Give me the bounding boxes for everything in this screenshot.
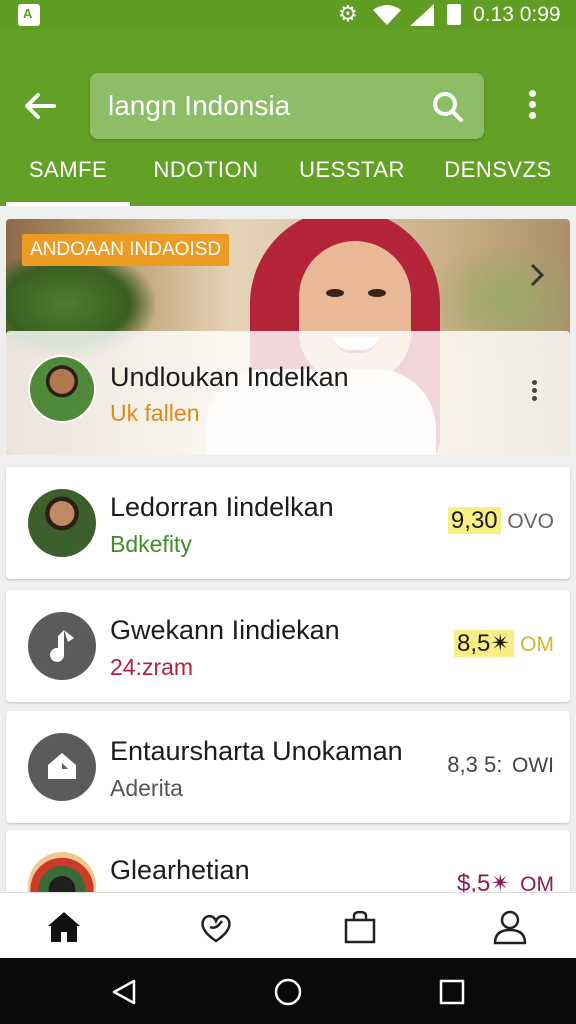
rating-value: 8,5✴ <box>454 630 514 657</box>
music-note-icon <box>28 612 96 680</box>
tab-uesstar[interactable]: UESSTAR <box>290 152 414 206</box>
banner-tag: ANDOAAN INDAOISD <box>22 234 230 266</box>
item-rating: 8,3 5: OWI <box>444 747 554 784</box>
back-arrow-icon[interactable] <box>22 88 66 128</box>
home-circle-icon[interactable] <box>272 976 304 1008</box>
active-tab-indicator <box>6 202 130 206</box>
rating-suffix: OVO <box>507 510 554 533</box>
featured-banner[interactable]: ANDOAAN INDAOISD Undloukan Indelkan Uk f… <box>6 219 570 455</box>
wifi-icon <box>373 5 401 25</box>
system-navigation-bar <box>0 958 576 1024</box>
tab-densvzs[interactable]: DENSVZS <box>436 152 560 206</box>
profile-icon[interactable] <box>490 907 530 947</box>
status-bar: A ⚙ 0.13 0:99 <box>0 0 576 30</box>
more-vert-icon[interactable] <box>520 86 544 126</box>
more-options-icon[interactable] <box>526 377 542 409</box>
battery-icon <box>447 4 461 25</box>
item-title: Gwekann Iindiekan <box>110 615 340 645</box>
settings-icon: ⚙ <box>338 1 358 26</box>
tag-icon <box>28 733 96 801</box>
rating-suffix: OWI <box>512 754 554 777</box>
item-subtitle: 24:zram <box>110 654 194 680</box>
app-bar: langn Indonsia SAMFE NDOTION UESSTAR DEN… <box>0 30 576 206</box>
tab-samfe[interactable]: SAMFE <box>6 152 130 206</box>
avatar <box>28 489 96 557</box>
featured-title: Undloukan Indelkan <box>110 362 349 392</box>
search-input[interactable]: langn Indonsia <box>90 73 484 139</box>
status-time: 0.13 0:99 <box>473 3 561 26</box>
featured-subtitle: Uk fallen <box>110 400 200 426</box>
list-item[interactable]: Gwekann Iindiekan 24:zram 8,5✴ OM <box>6 590 570 702</box>
item-title: Ledorran Iindelkan <box>110 492 334 522</box>
featured-card[interactable]: Undloukan Indelkan Uk fallen <box>6 331 570 455</box>
list-item[interactable]: Entaursharta Unokaman Aderita 8,3 5: OWI <box>6 711 570 823</box>
item-rating: 9,30 OVO <box>447 503 554 540</box>
item-title: Entaursharta Unokaman <box>110 736 403 766</box>
search-query[interactable]: langn Indonsia <box>108 89 290 123</box>
tab-bar: SAMFE NDOTION UESSTAR DENSVZS <box>0 148 576 206</box>
home-icon[interactable] <box>44 907 84 947</box>
favorites-icon[interactable] <box>196 907 236 947</box>
rating-suffix: OM <box>520 633 554 656</box>
rating-value: 8,3 5: <box>447 752 503 777</box>
item-title: Glearhetian <box>110 855 250 885</box>
recents-icon[interactable] <box>438 978 466 1006</box>
item-subtitle: Aderita <box>110 775 183 801</box>
item-rating: 8,5✴ OM <box>454 626 554 663</box>
back-icon[interactable] <box>110 978 138 1006</box>
list-item[interactable]: Ledorran Iindelkan Bdkefity 9,30 OVO <box>6 467 570 579</box>
chevron-right-icon[interactable] <box>522 257 552 293</box>
rating-value: 9,30 <box>447 507 501 534</box>
tab-ndotion[interactable]: NDOTION <box>144 152 268 206</box>
item-subtitle: Bdkefity <box>110 531 192 557</box>
signal-icon <box>410 4 434 26</box>
bottom-navigation <box>0 892 576 958</box>
avatar <box>28 355 96 423</box>
app-notification-icon: A <box>18 4 40 26</box>
shopping-bag-icon[interactable] <box>340 907 380 947</box>
search-icon[interactable] <box>430 89 466 125</box>
